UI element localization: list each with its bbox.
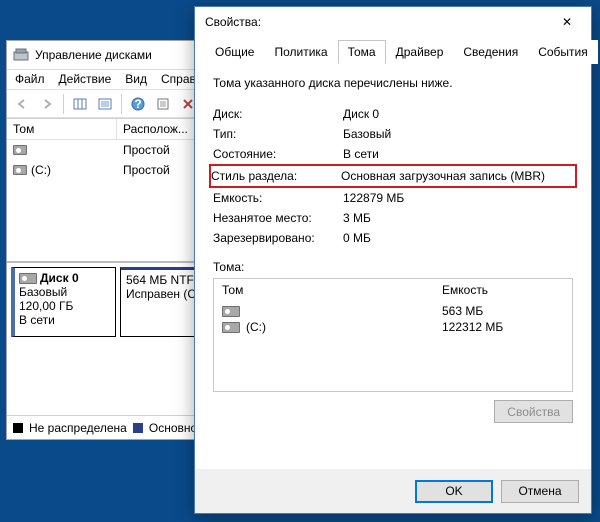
disk-label: Диск 0 <box>40 271 79 285</box>
value-state: В сети <box>343 147 379 161</box>
svg-text:?: ? <box>134 97 141 111</box>
volume-cap: 122312 МБ <box>442 320 503 334</box>
value-disk: Диск 0 <box>343 107 379 121</box>
partition-style-row: Стиль раздела:Основная загрузочная запис… <box>209 164 577 188</box>
volume-icon <box>222 306 240 317</box>
label-disk: Диск: <box>213 107 343 121</box>
label-free: Незанятое место: <box>213 211 343 225</box>
toolbar-settings-icon[interactable] <box>152 93 174 115</box>
properties-dialog: Свойства: ✕ Общие Политика Тома Драйвер … <box>194 6 592 514</box>
tab-events[interactable]: События <box>528 40 598 64</box>
vol-col-name: Том <box>222 283 442 297</box>
menu-action[interactable]: Действие <box>59 72 112 87</box>
app-icon <box>13 47 29 63</box>
legend-swatch-primary <box>133 423 143 433</box>
vol-col-capacity: Емкость <box>442 283 488 297</box>
volume-icon <box>13 165 27 175</box>
dialog-titlebar: Свойства: ✕ <box>195 7 591 37</box>
dialog-body: Тома указанного диска перечислены ниже. … <box>195 64 591 433</box>
toolbar-columns-icon[interactable] <box>69 93 91 115</box>
label-type: Тип: <box>213 127 343 141</box>
menu-help[interactable]: Справ <box>161 72 196 87</box>
tab-driver[interactable]: Драйвер <box>386 40 454 64</box>
disk-size: 120,00 ГБ <box>19 299 111 313</box>
volumes-listbox[interactable]: Том Емкость 563 МБ (C:) 122312 МБ <box>213 278 573 392</box>
volume-properties-button: Свойства <box>494 400 573 423</box>
volume-icon <box>222 322 240 333</box>
volume-icon <box>13 145 27 155</box>
label-capacity: Емкость: <box>213 191 343 205</box>
close-button[interactable]: ✕ <box>545 8 589 36</box>
dialog-footer: OK Отмена <box>195 469 591 513</box>
disk-icon <box>19 273 37 284</box>
tab-volumes[interactable]: Тома <box>338 40 386 64</box>
dialog-title-text: Свойства: <box>205 15 261 29</box>
ok-button[interactable]: OK <box>415 480 493 503</box>
disk-type: Базовый <box>19 285 111 299</box>
volumes-label: Тома: <box>213 260 573 274</box>
bg-title-text: Управление дисками <box>35 48 152 62</box>
toolbar-forward-icon[interactable] <box>36 93 58 115</box>
col-volume[interactable]: Том <box>7 119 117 139</box>
close-icon: ✕ <box>562 15 572 29</box>
menu-file[interactable]: Файл <box>15 72 45 87</box>
legend-unallocated: Не распределена <box>29 421 127 435</box>
disk-header-box[interactable]: Диск 0 Базовый 120,00 ГБ В сети <box>11 267 116 337</box>
toolbar-refresh-icon[interactable] <box>94 93 116 115</box>
intro-text: Тома указанного диска перечислены ниже. <box>213 76 573 90</box>
label-reserved: Зарезервировано: <box>213 231 343 245</box>
volume-cap: 563 МБ <box>442 304 483 318</box>
disk-info: Диск:Диск 0 Тип:Базовый Состояние:В сети… <box>213 104 573 248</box>
cancel-button[interactable]: Отмена <box>501 480 579 503</box>
volume-row[interactable]: 563 МБ <box>222 303 564 319</box>
tab-policy[interactable]: Политика <box>264 40 337 64</box>
tab-details[interactable]: Сведения <box>453 40 528 64</box>
toolbar-help-icon[interactable]: ? <box>127 93 149 115</box>
volume-row[interactable]: (C:) 122312 МБ <box>222 319 564 335</box>
label-state: Состояние: <box>213 147 343 161</box>
value-free: 3 МБ <box>343 211 371 225</box>
value-partition-style: Основная загрузочная запись (MBR) <box>341 169 545 183</box>
legend-swatch-unallocated <box>13 423 23 433</box>
value-capacity: 122879 МБ <box>343 191 404 205</box>
value-reserved: 0 МБ <box>343 231 371 245</box>
toolbar-back-icon[interactable] <box>11 93 33 115</box>
value-type: Базовый <box>343 127 391 141</box>
tab-strip: Общие Политика Тома Драйвер Сведения Соб… <box>205 37 581 64</box>
disk-state: В сети <box>19 313 111 327</box>
menu-view[interactable]: Вид <box>125 72 147 87</box>
tab-general[interactable]: Общие <box>205 40 264 64</box>
label-partition-style: Стиль раздела: <box>211 169 341 183</box>
